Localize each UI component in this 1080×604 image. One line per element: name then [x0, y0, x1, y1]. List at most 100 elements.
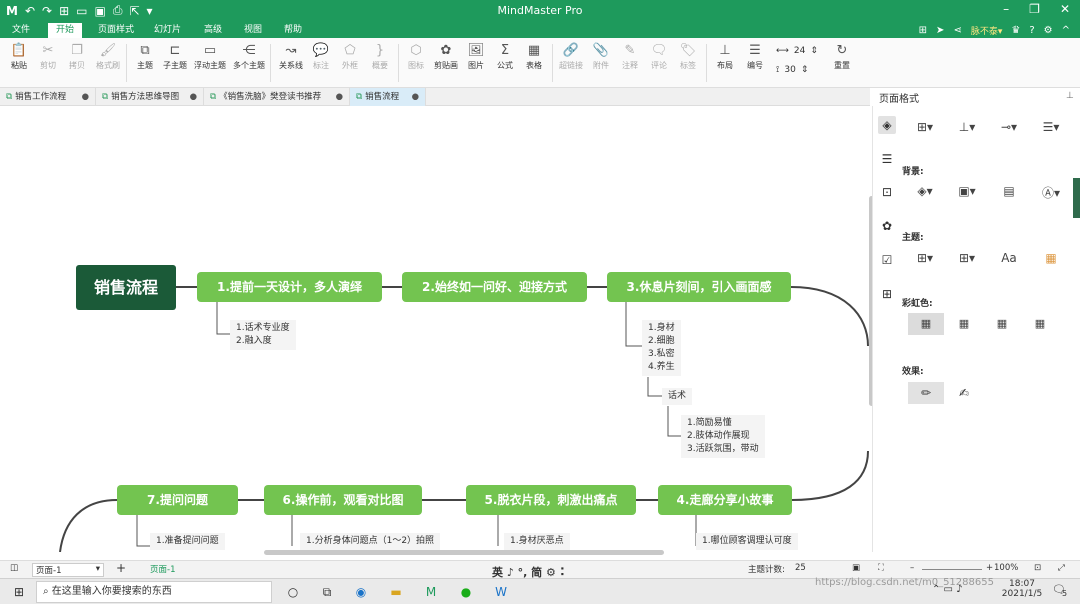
share-icon[interactable]: ⋖ [953, 25, 961, 36]
subtopic[interactable]: 1.分析身体问题点（1～2）拍照 [300, 533, 441, 550]
mindmap-canvas[interactable]: 销售流程 1.提前一天设计，多人演绎 2.始终如一问好、迎接方式 3.休息片刻间… [0, 106, 870, 552]
horizontal-scrollbar[interactable] [264, 550, 664, 555]
page-panel-icon[interactable]: ◫ [10, 563, 18, 573]
taskbar-search-box[interactable]: ⌕ 在这里输入你要搜索的东西 [36, 581, 272, 603]
user-account[interactable]: 脉不泰▾ [971, 24, 1003, 37]
zoom-in-icon[interactable]: + [986, 563, 993, 573]
windows-start-icon[interactable]: ⊞ [10, 583, 28, 601]
horizontal-spacing-value[interactable]: 24 [794, 46, 805, 56]
doc-tab[interactable]: ⧉ 销售方法思维导图 ● [96, 88, 204, 106]
multiple-topics-button[interactable]: ⋲ 多个主题 [233, 42, 265, 71]
close-icon[interactable]: ✕ [1060, 2, 1070, 16]
outline-icon[interactable]: ☰ [878, 150, 896, 168]
add-page-icon[interactable]: + [116, 561, 126, 575]
pen-effect-icon[interactable]: ✏ [908, 382, 944, 404]
send-icon[interactable]: ➤ [936, 25, 944, 36]
main-topic[interactable]: 3.休息片刻间，引入画面感 [607, 272, 791, 302]
zoom-level[interactable]: 100% [994, 563, 1018, 573]
page-tab[interactable]: 页面-1 [150, 563, 175, 575]
page-format-icon[interactable]: ◈ [878, 116, 896, 134]
mindmaster-taskbar-icon[interactable]: M [422, 583, 440, 601]
ime-toolbar[interactable]: 英 ♪ °, 简 ⚙ ⠅ [492, 564, 568, 580]
collapse-ribbon-icon[interactable]: ^ [1062, 25, 1070, 36]
file-explorer-icon[interactable]: ▬ [387, 583, 405, 601]
vertical-spacing-control[interactable]: ⟟ 30 ⇕ [776, 65, 808, 75]
wechat-icon[interactable]: ● [457, 583, 475, 601]
root-topic[interactable]: 销售流程 [76, 265, 176, 310]
main-topic[interactable]: 2.始终如一问好、迎接方式 [402, 272, 587, 302]
doc-tab-active[interactable]: ⧉ 销售流程 ● [350, 88, 426, 106]
fullscreen-icon[interactable]: ⛶ [878, 563, 884, 573]
background-image-icon[interactable]: ▣▾ [956, 184, 978, 201]
theme-icon[interactable]: ⊡ [878, 183, 896, 201]
numbering-style-icon[interactable]: ☰▾ [1040, 120, 1062, 134]
menu-page-style[interactable]: 页面样式 [90, 23, 142, 38]
rainbow-option-3[interactable]: ▦ [984, 313, 1020, 335]
subtopic[interactable]: 1.简励易懂 2.肢体动作展现 3.活跃氛围，带动 [681, 415, 765, 458]
tab-close-icon[interactable]: ● [412, 88, 419, 106]
main-topic[interactable]: 1.提前一天设计，多人演绎 [197, 272, 382, 302]
subtopic[interactable]: 话术 [662, 388, 693, 405]
minimize-icon[interactable]: – [1003, 2, 1009, 16]
spin-icon[interactable]: ⇕ [810, 46, 818, 56]
vertical-spacing-value[interactable]: 30 [784, 65, 795, 75]
fill-color-icon[interactable]: ◈▾ [914, 184, 936, 201]
rainbow-option-2[interactable]: ▦ [946, 313, 982, 335]
fit-page-icon[interactable]: ⊡ [1034, 563, 1041, 573]
doc-tab[interactable]: ⧉ 销售工作流程 ● [0, 88, 96, 106]
taskbar-clock[interactable]: 18:07 2021/1/5 [1000, 579, 1044, 599]
main-topic[interactable]: 4.走廊分享小故事 [658, 485, 792, 515]
menu-home[interactable]: 开始 [48, 23, 83, 38]
tab-close-icon[interactable]: ● [336, 88, 343, 106]
shirt-icon[interactable]: ♛ [1011, 25, 1020, 36]
menu-view[interactable]: 视图 [236, 23, 270, 38]
floating-topic-button[interactable]: ▭ 浮动主题 [194, 42, 226, 71]
clipart-panel-icon[interactable]: ✿ [878, 217, 896, 235]
rainbow-option-1[interactable]: ▦ [908, 313, 944, 335]
main-topic[interactable]: 5.脱衣片段，刺激出痛点 [466, 485, 636, 515]
doc-tab[interactable]: ⧉ 《销售洗脑》樊登读书推荐 ● [204, 88, 350, 106]
present-icon[interactable]: ⊞ [878, 285, 896, 303]
watermark-icon[interactable]: ▤ [998, 184, 1020, 201]
expand-icon[interactable]: ⤢ [1058, 563, 1065, 573]
subtopic[interactable]: 1.哪位顾客调理认可度 [696, 533, 798, 550]
settings-icon[interactable]: ⚙ [1044, 25, 1053, 36]
font-button[interactable]: Aa [998, 251, 1020, 265]
spin-icon[interactable]: ⇕ [801, 65, 809, 75]
subtopic[interactable]: 1.准备提问问题 [150, 533, 225, 550]
connector-style-icon[interactable]: ⊸▾ [998, 120, 1020, 134]
help-icon[interactable]: ? [1029, 25, 1034, 36]
handdrawn-effect-icon[interactable]: ✍ [946, 382, 982, 404]
color-palette-icon[interactable]: ▦ [1040, 251, 1062, 265]
fit-icon[interactable]: ▣ [852, 563, 860, 573]
horizontal-spacing-control[interactable]: ⟷ 24 ⇕ [776, 46, 818, 56]
page-selector[interactable]: 页面-1 ▾ [32, 563, 104, 577]
menu-slideshow[interactable]: 幻灯片 [146, 23, 189, 38]
side-panel-handle[interactable] [1073, 178, 1080, 218]
main-topic[interactable]: 7.提问问题 [117, 485, 238, 515]
theme-grid-icon[interactable]: ⊞▾ [914, 251, 936, 265]
reset-button[interactable]: ↻ 重置 [826, 42, 858, 71]
text-watermark-icon[interactable]: Ⓐ▾ [1040, 184, 1062, 201]
tab-close-icon[interactable]: ● [82, 88, 89, 106]
rainbow-option-4[interactable]: ▦ [1022, 313, 1058, 335]
task-icon[interactable]: ☑ [878, 251, 896, 269]
tab-close-icon[interactable]: ● [190, 88, 197, 106]
restore-icon[interactable]: ❐ [1029, 2, 1040, 16]
pin-icon[interactable]: ⊥ [1066, 91, 1074, 101]
zoom-slider[interactable] [922, 569, 982, 570]
layout-grid-icon[interactable]: ⊞▾ [914, 120, 936, 134]
theme-grid-alt-icon[interactable]: ⊞▾ [956, 251, 978, 265]
task-view-icon[interactable]: ⧉ [318, 583, 336, 601]
menu-help[interactable]: 帮助 [276, 23, 310, 38]
menu-advanced[interactable]: 高级 [196, 23, 230, 38]
layout-tree-icon[interactable]: ⊥▾ [956, 120, 978, 134]
edge-icon[interactable]: ◉ [352, 583, 370, 601]
add-icon[interactable]: ⊞ [919, 25, 927, 36]
menu-file[interactable]: 文件 [4, 23, 38, 38]
subtopic[interactable]: 1.身材厌恶点 [504, 533, 570, 550]
zoom-out-icon[interactable]: – [910, 563, 914, 573]
subtopic[interactable]: 1.身材 2.细胞 3.私密 4.养生 [642, 320, 681, 376]
numbering-button[interactable]: ☰ 编号 [739, 42, 771, 71]
main-topic[interactable]: 6.操作前，观看对比图 [264, 485, 422, 515]
